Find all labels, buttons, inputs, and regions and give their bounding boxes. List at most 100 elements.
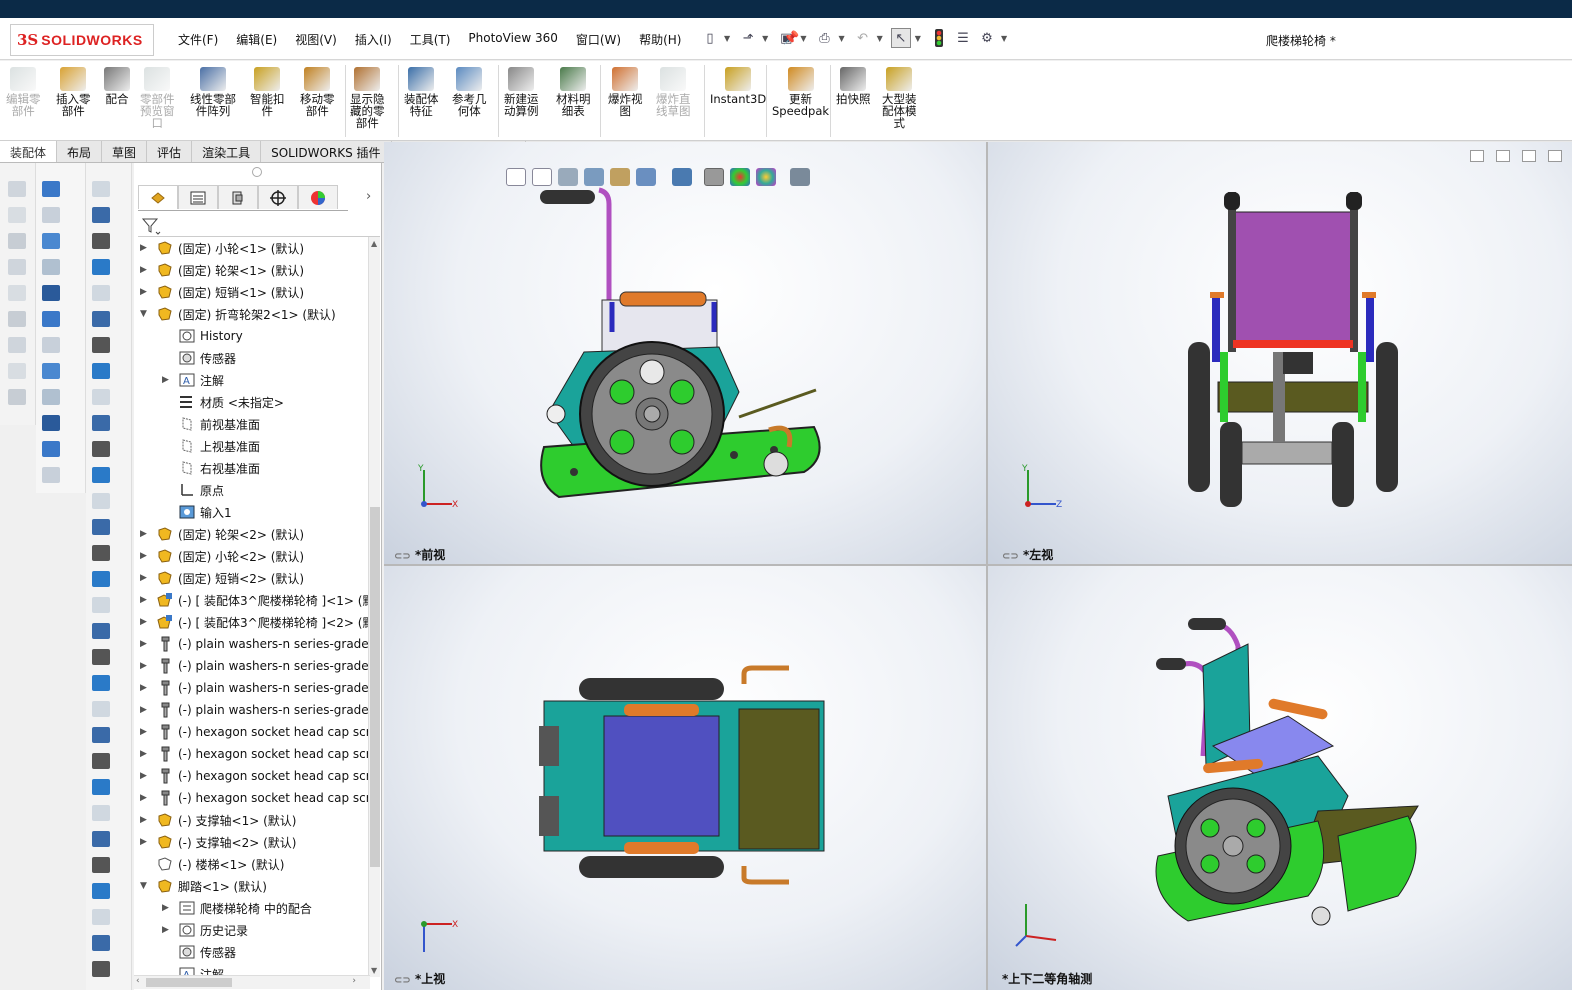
sktb-tool-icon[interactable] — [92, 467, 110, 483]
sktb-tool-icon[interactable] — [92, 259, 110, 275]
sktb-tool-icon[interactable] — [92, 233, 110, 249]
ltb1-tool-icon[interactable] — [8, 233, 26, 249]
sktb-tool-icon[interactable] — [92, 701, 110, 717]
ltb1-tool-icon[interactable] — [8, 207, 26, 223]
ribbon-button-smart-fastener[interactable]: 智能扣 件 — [250, 67, 285, 117]
tab-4[interactable]: 渲染工具 — [192, 141, 262, 162]
tree-node[interactable]: 右视基准面 — [178, 457, 260, 479]
tree-node[interactable]: ▶ (-) [ 装配体3^爬楼梯轮椅 ]<2> (默 — [140, 611, 370, 633]
tree-node[interactable]: ▼ (固定) 折弯轮架2<1> (默认) — [140, 303, 336, 325]
expand-arrow-icon[interactable]: ▶ — [140, 529, 147, 539]
menu-item-6[interactable]: 窗口(W) — [574, 30, 623, 49]
ribbon-button-move-component[interactable]: 移动零 部件 — [300, 67, 335, 117]
tree-node[interactable]: 原点 — [178, 479, 224, 501]
expand-arrow-icon[interactable]: ▶ — [140, 595, 147, 605]
link-views-icon[interactable]: ⊂⊃ — [394, 551, 411, 562]
ltb2-tool-icon[interactable] — [42, 389, 60, 405]
file-properties-icon[interactable]: ☰ — [953, 28, 973, 48]
scroll-left-icon[interactable]: ‹ — [136, 976, 140, 986]
sktb-tool-icon[interactable] — [92, 597, 110, 613]
select-dropdown-icon[interactable]: ▼ — [915, 34, 921, 43]
ribbon-button-linear-pattern[interactable]: 线性零部 件阵列 — [190, 67, 236, 117]
ribbon-button-speedpak[interactable]: 更新 Speedpak — [772, 67, 829, 117]
viewport-front[interactable]: Y X ⊂⊃ *前视 — [384, 142, 986, 564]
dimxpert-manager-tab[interactable] — [258, 185, 298, 209]
expand-arrow-icon[interactable]: ▶ — [140, 639, 147, 649]
tree-node[interactable]: ▶ (固定) 小轮<2> (默认) — [140, 545, 304, 567]
expand-arrow-icon[interactable]: ▶ — [140, 815, 147, 825]
tree-node[interactable]: ▶ 历史记录 — [162, 919, 248, 941]
viewport-restore-icon[interactable] — [1470, 150, 1484, 162]
ribbon-button-reference-geometry[interactable]: 参考几 何体 — [452, 67, 487, 117]
ribbon-button-snapshot[interactable]: 拍快照 — [836, 67, 871, 105]
zoom-to-fit-icon[interactable] — [506, 168, 526, 186]
menu-item-4[interactable]: 工具(T) — [408, 30, 453, 49]
sktb-tool-icon[interactable] — [92, 519, 110, 535]
select-pointer-icon[interactable]: ↖ — [890, 28, 911, 48]
ribbon-button-explode-line[interactable]: 爆炸直 线草图 — [656, 67, 691, 117]
expand-arrow-icon[interactable]: ▶ — [140, 243, 147, 253]
expand-arrow-icon[interactable]: ▶ — [162, 903, 169, 913]
link-views-icon[interactable]: ⊂⊃ — [1002, 551, 1019, 562]
viewport-top[interactable]: X ⊂⊃ *上视 — [384, 566, 986, 990]
feature-manager-tab[interactable] — [138, 185, 178, 209]
sktb-tool-icon[interactable] — [92, 311, 110, 327]
edit-appearance-icon[interactable] — [730, 168, 750, 186]
previous-view-icon[interactable] — [558, 168, 578, 186]
print-icon[interactable]: ⎙ — [814, 28, 834, 48]
expand-arrow-icon[interactable]: ▶ — [140, 749, 147, 759]
ltb2-tool-icon[interactable] — [42, 181, 60, 197]
filter-funnel-icon[interactable] — [141, 216, 163, 236]
ltb2-tool-icon[interactable] — [42, 415, 60, 431]
sktb-tool-icon[interactable] — [92, 337, 110, 353]
tree-node[interactable]: 材质 <未指定> — [178, 391, 284, 413]
ribbon-button-exploded-view[interactable]: 爆炸视 图 — [608, 67, 643, 117]
expand-arrow-icon[interactable]: ▶ — [140, 793, 147, 803]
ltb1-tool-icon[interactable] — [8, 259, 26, 275]
configuration-manager-tab[interactable] — [218, 185, 258, 209]
tree-node[interactable]: 传感器 — [178, 347, 236, 369]
tree-horizontal-scrollbar[interactable]: ‹ › — [134, 975, 370, 989]
sktb-tool-icon[interactable] — [92, 779, 110, 795]
ribbon-button-motion-study[interactable]: 新建运 动算例 — [504, 67, 539, 117]
tree-node[interactable]: ▶ (-) 支撑轴<2> (默认) — [140, 831, 296, 853]
tree-node[interactable]: ▶ (固定) 轮架<1> (默认) — [140, 259, 304, 281]
ribbon-button-insert-component[interactable]: 插入零 部件 — [56, 67, 91, 117]
tree-node[interactable]: ▶ (固定) 短销<1> (默认) — [140, 281, 304, 303]
ltb2-tool-icon[interactable] — [42, 233, 60, 249]
open-dropdown-icon[interactable]: ▼ — [762, 34, 768, 43]
undo-dropdown-icon[interactable]: ▼ — [877, 34, 883, 43]
tree-node[interactable]: 传感器 — [178, 941, 236, 963]
hide-show-items-icon[interactable] — [704, 168, 724, 186]
display-manager-tab[interactable] — [298, 185, 338, 209]
new-dropdown-icon[interactable]: ▼ — [724, 34, 730, 43]
panel-collapse-handle[interactable] — [252, 167, 262, 177]
tree-node[interactable]: ▶ (-) plain washers-n series-grade — [140, 655, 369, 677]
sktb-tool-icon[interactable] — [92, 961, 110, 977]
tree-node[interactable]: ▶ (-) hexagon socket head cap scr — [140, 743, 370, 765]
scroll-up-icon[interactable]: ▲ — [371, 239, 377, 248]
ribbon-button-large-assembly[interactable]: 大型装 配体模 式 — [882, 67, 917, 129]
tab-1[interactable]: 布局 — [57, 141, 103, 162]
menu-item-5[interactable]: PhotoView 360 — [466, 30, 559, 49]
expand-arrow-icon[interactable]: ▶ — [140, 265, 147, 275]
tab-5[interactable]: SOLIDWORKS 插件 — [261, 141, 392, 162]
expand-arrow-icon[interactable]: ▶ — [140, 661, 147, 671]
tree-node[interactable]: 前视基准面 — [178, 413, 260, 435]
sktb-tool-icon[interactable] — [92, 545, 110, 561]
ltb2-tool-icon[interactable] — [42, 441, 60, 457]
ribbon-button-edit-component[interactable]: 编辑零 部件 — [6, 67, 41, 117]
tree-node[interactable]: ▶ (固定) 短销<2> (默认) — [140, 567, 304, 589]
tree-node[interactable]: ▶ (-) plain washers-n series-grade — [140, 699, 369, 721]
print-dropdown-icon[interactable]: ▼ — [838, 34, 844, 43]
ltb2-tool-icon[interactable] — [42, 363, 60, 379]
view-settings-icon[interactable] — [790, 168, 810, 186]
viewport-horizontal-divider[interactable] — [384, 564, 1572, 566]
tree-node[interactable]: (-) 楼梯<1> (默认) — [156, 853, 284, 875]
sktb-tool-icon[interactable] — [92, 285, 110, 301]
ltb1-tool-icon[interactable] — [8, 285, 26, 301]
expand-arrow-icon[interactable]: ▶ — [140, 727, 147, 737]
ltb2-tool-icon[interactable] — [42, 337, 60, 353]
tree-node[interactable]: ▶ (-) hexagon socket head cap scr — [140, 787, 370, 809]
ribbon-button-bom[interactable]: 材料明 细表 — [556, 67, 591, 117]
